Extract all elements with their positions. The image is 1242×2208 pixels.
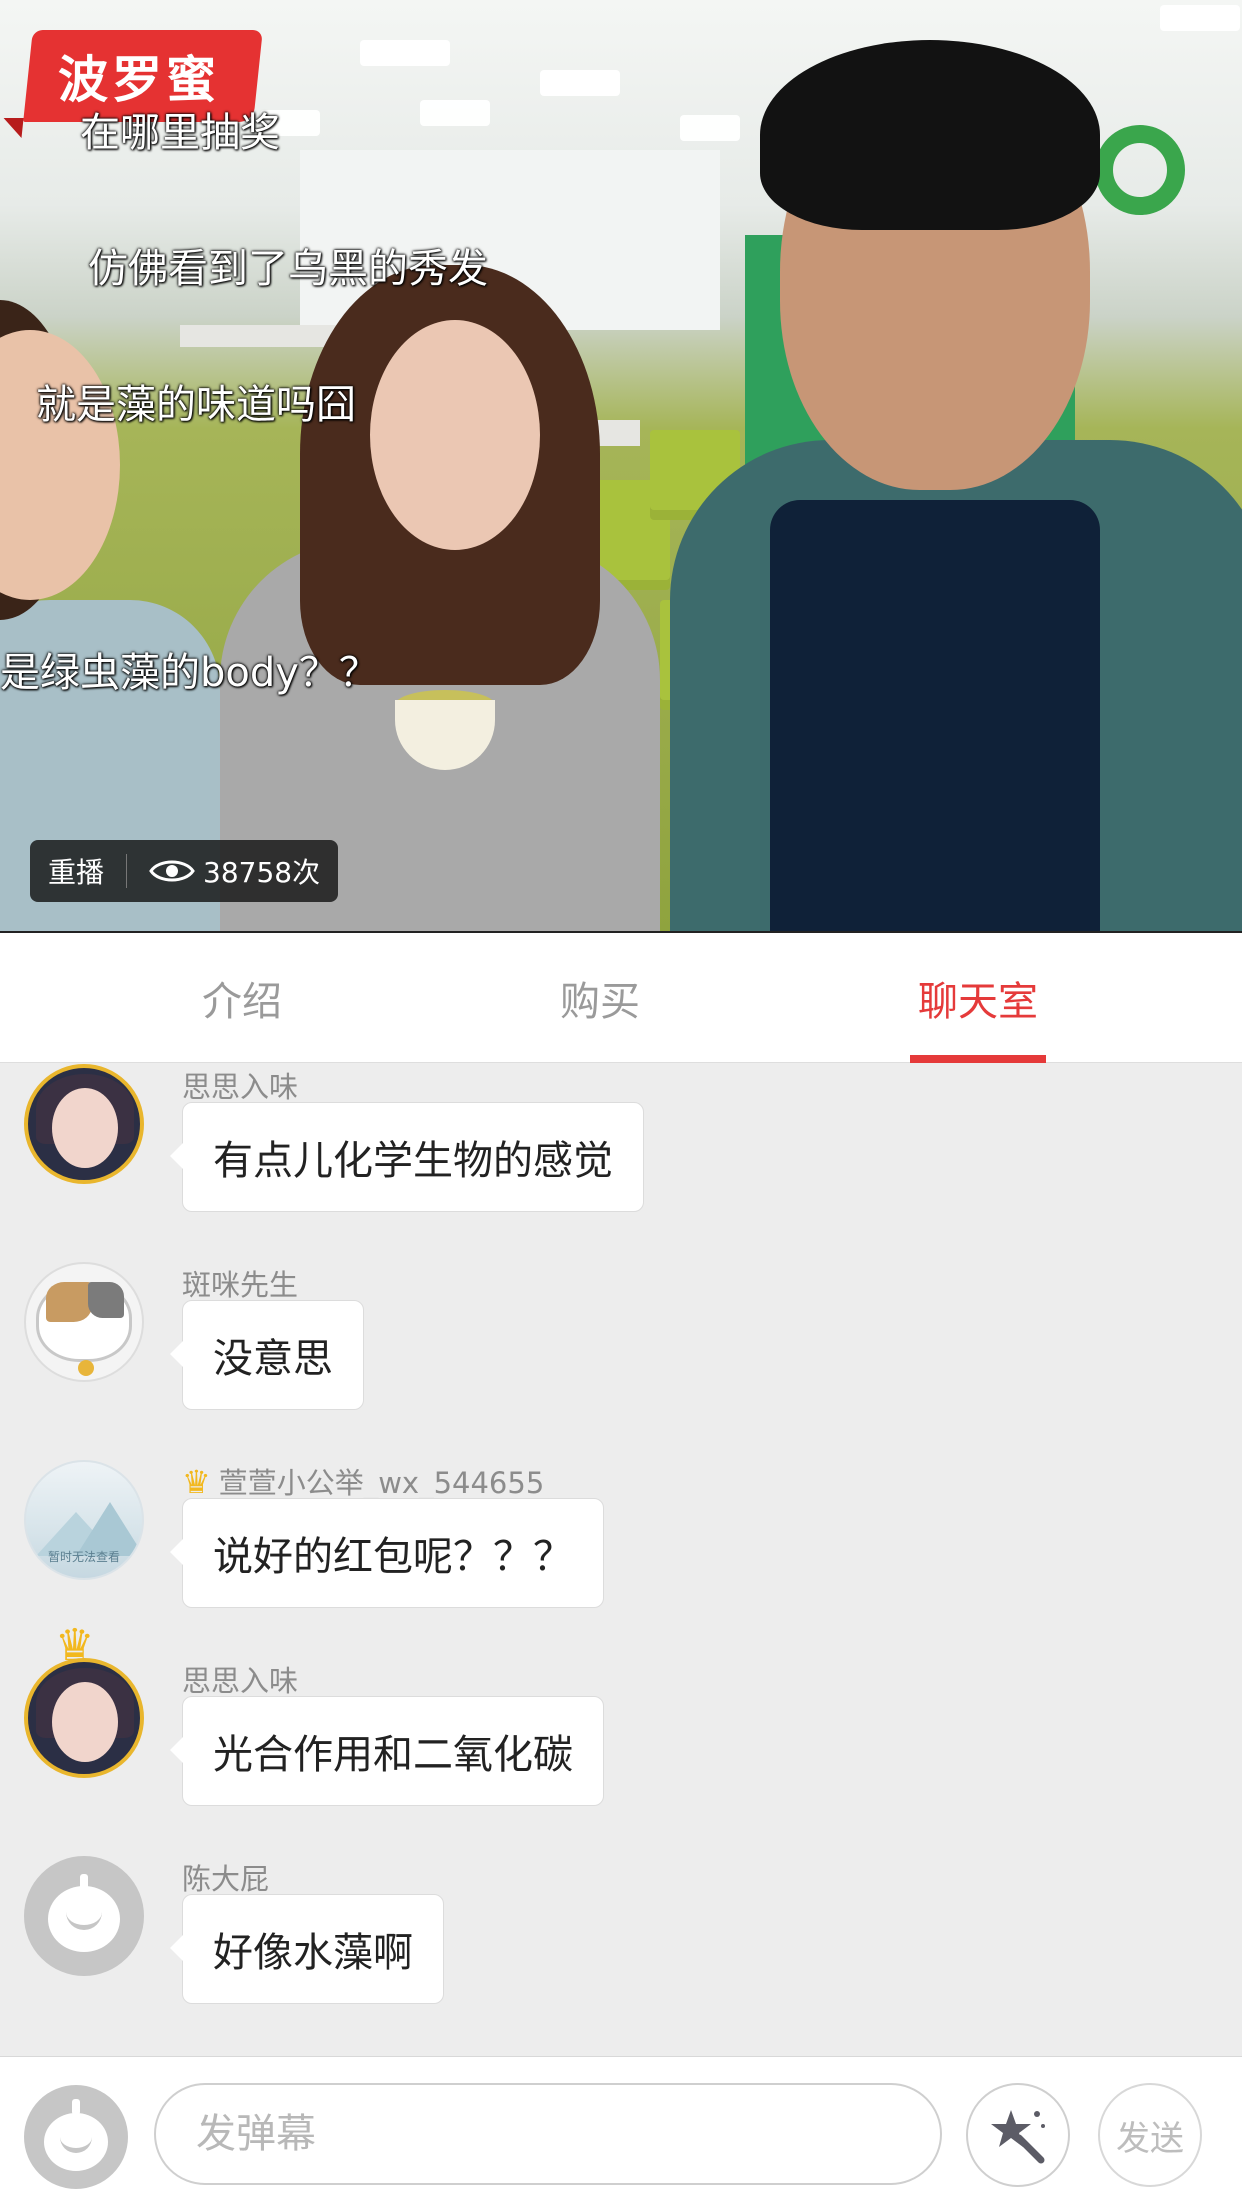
- view-count: 38758次: [203, 856, 321, 889]
- cat-patch: [46, 1282, 92, 1322]
- chat-message: ♛ 思思入味 光合作用和二氧化碳: [0, 1620, 1242, 1858]
- default-avatar[interactable]: [24, 1856, 144, 1976]
- divider: [126, 854, 128, 888]
- person-woman-left-face: [0, 330, 120, 600]
- placeholder-text: 暂时无法查看: [47, 1550, 120, 1564]
- chat-bubble: 没意思: [170, 1300, 364, 1410]
- bell-icon: [78, 1360, 94, 1376]
- chat-username: 思思入味: [182, 1070, 299, 1104]
- user-avatar[interactable]: [24, 1658, 144, 1778]
- danmaku-input[interactable]: [154, 2083, 942, 2185]
- user-avatar[interactable]: [24, 1262, 144, 1382]
- danmaku-input-bar: 发送: [0, 2056, 1242, 2208]
- send-button[interactable]: 发送: [1098, 2083, 1202, 2187]
- ceiling-light: [540, 70, 620, 96]
- tab-chatroom[interactable]: 聊天室: [828, 933, 1128, 1063]
- user-avatar[interactable]: [24, 1064, 144, 1184]
- ceiling-light: [420, 100, 490, 126]
- tab-intro[interactable]: 介绍: [92, 933, 392, 1063]
- wall-logo: [1095, 125, 1185, 215]
- tab-buy[interactable]: 购买: [450, 933, 750, 1063]
- danmaku-comment: 仿佛看到了乌黑的秀发: [88, 246, 488, 292]
- cat-patch: [88, 1282, 124, 1318]
- chat-username: 斑咪先生: [182, 1268, 299, 1302]
- chat-username: 陈大屁: [182, 1862, 270, 1896]
- video-stats-badge: 重播 38758次: [30, 840, 339, 902]
- avatar-face: [52, 1682, 118, 1762]
- replay-label[interactable]: 重播: [48, 851, 104, 891]
- magic-wand-button[interactable]: [966, 2083, 1070, 2187]
- avatar-face: [52, 1088, 118, 1168]
- chat-username: 思思入味: [182, 1664, 299, 1698]
- tab-bar: 介绍 购买 聊天室: [0, 931, 1242, 1063]
- chat-message: 斑咪先生 没意思: [0, 1262, 1242, 1462]
- ceiling-light: [680, 115, 740, 141]
- chat-message-list[interactable]: 思思入味 有点儿化学生物的感觉 斑咪先生 没意思 暂时无法查看 ♛ 萱萱小公举_w…: [0, 1064, 1242, 2056]
- chat-message: 思思入味 有点儿化学生物的感觉: [0, 1064, 1242, 1264]
- active-tab-indicator: [910, 1055, 1046, 1063]
- person-woman-middle-face: [370, 320, 540, 550]
- person-man-shirt: [770, 500, 1100, 931]
- video-player[interactable]: 波罗蜜 在哪里抽奖 仿佛看到了乌黑的秀发 就是藻的味道吗囧 是绿虫藻的body？…: [0, 0, 1242, 931]
- my-avatar[interactable]: [24, 2085, 128, 2189]
- chat-bubble: 有点儿化学生物的感觉: [170, 1102, 644, 1212]
- user-avatar[interactable]: 暂时无法查看: [24, 1460, 144, 1580]
- chat-bubble: 光合作用和二氧化碳: [170, 1696, 604, 1806]
- ceiling-light: [1160, 5, 1240, 31]
- chat-bubble: 说好的红包呢？？？: [170, 1498, 604, 1608]
- danmaku-comment: 是绿虫藻的body？？: [0, 650, 379, 696]
- chat-username-row: ♛ 萱萱小公举_wx_544655: [182, 1460, 544, 1502]
- person-man-hair: [760, 40, 1100, 230]
- crown-icon: ♛: [182, 1463, 211, 1501]
- chat-bubble: 好像水藻啊: [170, 1894, 444, 2004]
- eye-icon: [149, 860, 195, 882]
- magic-wand-icon: [991, 2110, 1045, 2164]
- chat-message: 陈大屁 好像水藻啊: [0, 1856, 1242, 2056]
- ceiling-light: [360, 40, 450, 66]
- danmaku-comment: 在哪里抽奖: [80, 110, 280, 156]
- danmaku-comment: 就是藻的味道吗囧: [36, 382, 356, 428]
- chat-message: 暂时无法查看 ♛ 萱萱小公举_wx_544655 说好的红包呢？？？: [0, 1460, 1242, 1660]
- chat-username: 萱萱小公举_wx_544655: [218, 1466, 545, 1500]
